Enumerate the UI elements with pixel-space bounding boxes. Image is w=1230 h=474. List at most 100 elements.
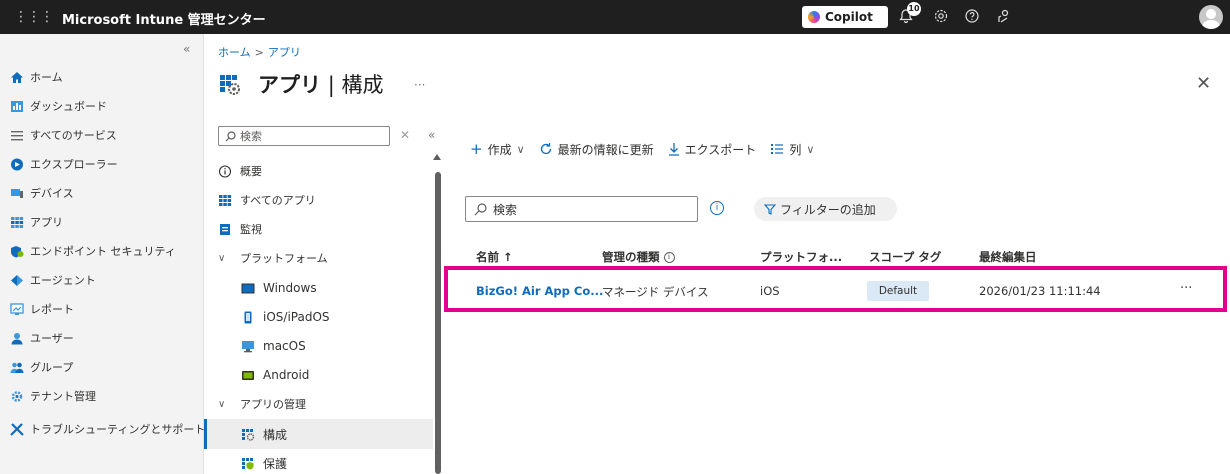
subnav-label: 保護 — [263, 456, 288, 471]
info-icon[interactable]: i — [710, 201, 724, 215]
page-title: アプリ | 構成 — [258, 69, 383, 99]
subnav-item-protection[interactable]: 保護 — [241, 452, 287, 474]
subnav-item-app-management[interactable]: ∨ アプリの管理 — [218, 393, 306, 415]
help-icon[interactable] — [964, 8, 980, 28]
scroll-up-arrow[interactable] — [433, 154, 441, 160]
search-icon — [225, 130, 236, 141]
user-icon — [11, 332, 23, 344]
apps-icon — [219, 194, 232, 206]
app-launcher-icon[interactable]: ⋮⋮⋮ — [14, 9, 54, 25]
close-icon[interactable]: ✕ — [1196, 73, 1211, 94]
subnav-label: macOS — [263, 339, 306, 353]
page-title-sub: 構成 — [341, 73, 384, 97]
settings-icon[interactable] — [933, 8, 949, 28]
subnav-label: 構成 — [263, 427, 288, 442]
copilot-button[interactable]: Copilot — [802, 6, 888, 28]
group-icon — [10, 362, 24, 373]
subnav-label: 監視 — [240, 223, 262, 236]
subnav-item-all-apps[interactable]: すべてのアプリ — [218, 189, 316, 211]
nav-item-explorer[interactable]: エクスプローラー — [10, 153, 118, 175]
info-icon[interactable]: i — [663, 252, 675, 263]
column-header-last-modified[interactable]: 最終編集日 — [979, 249, 1037, 265]
monitor-icon — [220, 223, 230, 235]
subnav-label: すべてのアプリ — [240, 194, 316, 207]
nav-item-apps[interactable]: アプリ — [10, 211, 63, 233]
nav-item-reports[interactable]: レポート — [10, 298, 74, 320]
app-config-icon — [242, 428, 255, 441]
subnav-item-windows[interactable]: Windows — [241, 277, 317, 299]
subnav-search-input[interactable]: 検索 — [218, 126, 390, 146]
avatar[interactable] — [1199, 5, 1223, 29]
subnav-item-overview[interactable]: 概要 — [218, 160, 262, 182]
collapse-subnav-icon[interactable]: « — [428, 128, 435, 142]
nav-item-groups[interactable]: グループ — [10, 356, 73, 378]
column-header-platform[interactable]: プラットフォ... — [760, 249, 842, 265]
breadcrumb-apps[interactable]: アプリ — [268, 46, 301, 59]
create-button[interactable]: + 作成 ∨ — [470, 140, 525, 158]
title-more-icon[interactable]: ··· — [414, 78, 425, 92]
feedback-icon[interactable] — [996, 8, 1012, 28]
search-placeholder: 検索 — [493, 202, 518, 217]
nav-item-home[interactable]: ホーム — [10, 66, 63, 88]
chevron-down-icon: ∨ — [218, 252, 226, 264]
subnav-label: iOS/iPadOS — [263, 310, 330, 324]
nav-label: ダッシュボード — [30, 100, 107, 113]
column-header-management-type[interactable]: 管理の種類 i — [602, 249, 675, 265]
columns-button[interactable]: 列 ∨ — [770, 141, 814, 158]
breadcrumb-separator: > — [254, 46, 264, 59]
nav-item-troubleshooting[interactable]: トラブルシューティングとサポート — [10, 418, 205, 440]
top-bar: ⋮⋮⋮ Microsoft Intune 管理センター Copilot 10 — [0, 0, 1230, 34]
subnav-active-indicator — [204, 419, 433, 449]
policy-name-link[interactable]: BizGo! Air App Co... — [476, 284, 603, 298]
search-input[interactable]: 検索 — [465, 196, 698, 222]
page-title-main: アプリ — [258, 73, 321, 97]
export-button[interactable]: エクスポート — [668, 141, 756, 158]
subnav-item-macos[interactable]: macOS — [241, 335, 306, 357]
create-label: 作成 — [487, 142, 512, 157]
nav-item-agents[interactable]: エージェント — [10, 269, 96, 291]
nav-label: レポート — [30, 303, 74, 316]
nav-item-devices[interactable]: デバイス — [10, 182, 74, 204]
subnav-item-configuration[interactable]: 構成 — [241, 423, 287, 445]
nav-item-dashboard[interactable]: ダッシュボード — [10, 95, 107, 117]
app-protection-icon — [242, 457, 254, 469]
add-filter-button[interactable]: フィルターの追加 — [754, 197, 897, 221]
refresh-button[interactable]: 最新の情報に更新 — [539, 141, 654, 158]
subnav-item-monitor[interactable]: 監視 — [218, 218, 262, 240]
column-header-name[interactable]: 名前 ↑ — [476, 249, 513, 265]
search-icon — [474, 202, 487, 215]
plus-icon: + — [470, 140, 483, 158]
filter-icon — [764, 204, 776, 215]
portal-title[interactable]: Microsoft Intune 管理センター — [62, 9, 266, 28]
nav-item-tenant-admin[interactable]: テナント管理 — [10, 385, 96, 407]
columns-icon — [771, 144, 784, 154]
clear-search-icon[interactable]: ✕ — [400, 128, 410, 142]
column-header-scope-tags[interactable]: スコープ タグ — [869, 249, 941, 265]
nav-item-endpoint-security[interactable]: エンドポイント セキュリティ — [10, 240, 176, 262]
subnav-label: 概要 — [240, 165, 262, 178]
explorer-icon — [11, 158, 23, 170]
nav-label: エンドポイント セキュリティ — [30, 245, 176, 258]
list-icon — [11, 130, 23, 140]
nav-item-users[interactable]: ユーザー — [10, 327, 74, 349]
nav-label: エージェント — [30, 274, 96, 287]
subnav-label: アプリの管理 — [240, 398, 306, 411]
nav-item-all-services[interactable]: すべてのサービス — [10, 124, 117, 146]
chevron-down-icon: ∨ — [806, 142, 815, 156]
row-more-icon[interactable]: ··· — [1180, 281, 1192, 296]
devices-icon — [11, 188, 23, 198]
subnav-item-ios[interactable]: iOS/iPadOS — [241, 306, 330, 328]
subnav-scrollbar[interactable] — [435, 172, 441, 474]
copilot-icon — [808, 11, 820, 23]
collapse-nav-icon[interactable]: « — [183, 42, 190, 56]
breadcrumb-home[interactable]: ホーム — [218, 46, 251, 59]
breadcrumb: ホーム > アプリ — [218, 44, 301, 60]
nav-label: テナント管理 — [30, 390, 96, 403]
nav-label: グループ — [30, 361, 74, 374]
subnav-item-android[interactable]: Android — [241, 364, 309, 386]
subnav-label: Windows — [263, 281, 317, 295]
subnav-item-platform[interactable]: ∨ プラットフォーム — [218, 247, 328, 269]
platform-cell: iOS — [760, 284, 780, 298]
nav-label: デバイス — [30, 187, 74, 200]
nav-label: ユーザー — [30, 332, 74, 345]
